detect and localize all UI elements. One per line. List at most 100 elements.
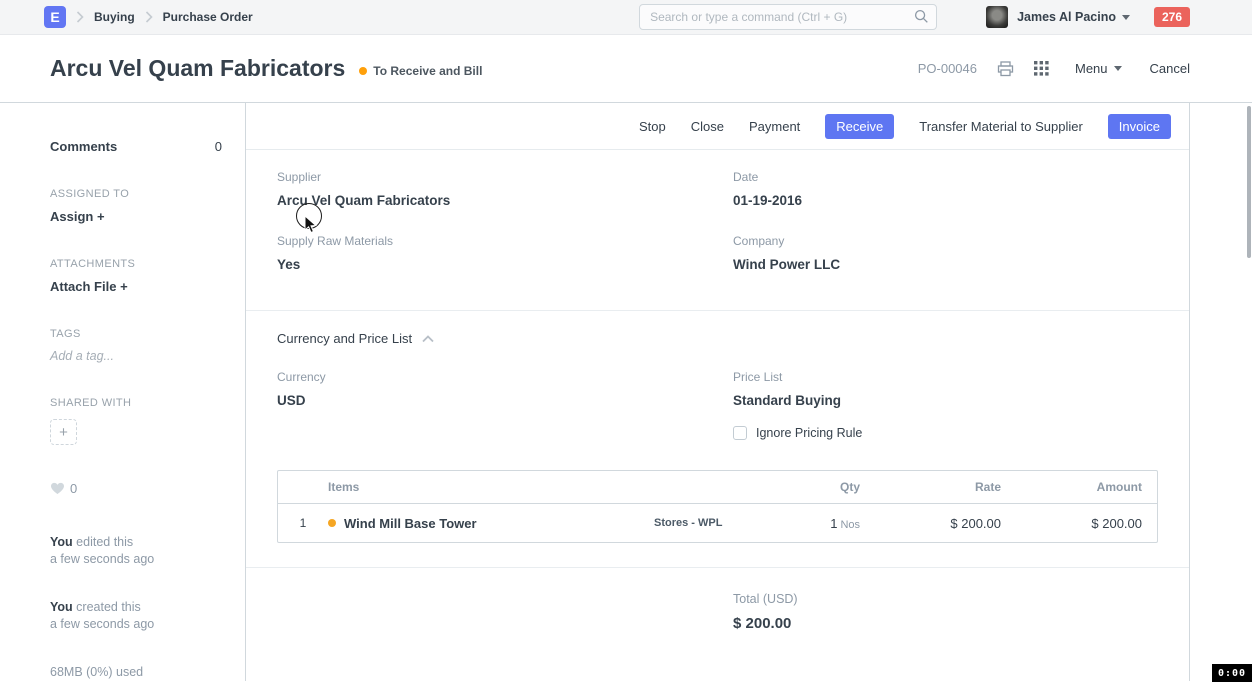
price-list-value[interactable]: Standard Buying xyxy=(733,393,1159,408)
doc-id: PO-00046 xyxy=(918,61,977,76)
form-sidebar: Comments 0 ASSIGNED TO Assign + ATTACHME… xyxy=(0,103,246,681)
payment-button[interactable]: Payment xyxy=(749,119,800,134)
menu-button[interactable]: Menu xyxy=(1075,61,1122,76)
row-qty: 1Nos xyxy=(804,516,860,531)
activity-who: You xyxy=(50,600,73,614)
price-list-field[interactable]: Price List Standard Buying xyxy=(733,370,1159,408)
cancel-button[interactable]: Cancel xyxy=(1150,61,1190,76)
items-table: Items Qty Rate Amount 1 Wind Mill Base T… xyxy=(277,470,1158,543)
recording-timer: 0:00 xyxy=(1212,664,1252,682)
currency-label: Currency xyxy=(277,370,733,384)
activity-who: You xyxy=(50,535,73,549)
supplier-value[interactable]: Arcu Vel Quam Fabricators xyxy=(277,193,733,208)
col-amount-header[interactable]: Amount xyxy=(1001,480,1157,494)
activity-when: a few seconds ago xyxy=(50,616,222,633)
transfer-material-button[interactable]: Transfer Material to Supplier xyxy=(919,119,1083,134)
grid-icon[interactable] xyxy=(1034,61,1049,76)
storage-used: 68MB (0%) used xyxy=(50,665,222,679)
ignore-pricing-rule-label: Ignore Pricing Rule xyxy=(756,426,862,440)
mouse-cursor-icon xyxy=(304,215,318,234)
likes-count: 0 xyxy=(70,481,77,496)
page-title: Arcu Vel Quam Fabricators xyxy=(50,55,345,82)
print-icon[interactable] xyxy=(997,61,1014,77)
company-value[interactable]: Wind Power LLC xyxy=(733,257,1159,272)
row-item-cell[interactable]: Wind Mill Base Tower xyxy=(328,516,654,531)
workflow-actions: Stop Close Payment Receive Transfer Mate… xyxy=(246,103,1189,150)
caret-down-icon xyxy=(1122,15,1130,20)
mouse-click-indicator xyxy=(296,203,322,229)
right-gutter xyxy=(1190,103,1252,681)
stop-button[interactable]: Stop xyxy=(639,119,666,134)
col-qty-header[interactable]: Qty xyxy=(804,480,860,494)
navbar-right: James Al Pacino 276 xyxy=(639,4,1190,30)
row-amount: $ 200.00 xyxy=(1001,516,1157,531)
status-badge: To Receive and Bill xyxy=(359,64,482,78)
form-body: Stop Close Payment Receive Transfer Mate… xyxy=(246,103,1190,681)
app-logo[interactable]: E xyxy=(44,6,66,28)
row-index: 1 xyxy=(278,516,328,530)
attachments-heading: ATTACHMENTS xyxy=(50,258,222,270)
app-window: E Buying Purchase Order James Al Pacino … xyxy=(0,0,1252,682)
user-avatar[interactable] xyxy=(986,6,1008,28)
qty-uom: Nos xyxy=(840,519,860,531)
comments-row[interactable]: Comments 0 xyxy=(50,139,222,154)
breadcrumb-purchase-order[interactable]: Purchase Order xyxy=(163,10,253,24)
notification-badge[interactable]: 276 xyxy=(1154,7,1190,27)
supplier-field[interactable]: Supplier Arcu Vel Quam Fabricators xyxy=(277,170,733,208)
add-tag-input[interactable]: Add a tag... xyxy=(50,349,222,363)
supplier-label: Supplier xyxy=(277,170,733,184)
supply-raw-materials-field[interactable]: Supply Raw Materials Yes xyxy=(277,234,733,272)
menu-label: Menu xyxy=(1075,61,1108,76)
qty-number: 1 xyxy=(830,516,837,531)
item-status-dot-icon xyxy=(328,519,336,527)
heart-icon xyxy=(50,482,65,495)
close-button[interactable]: Close xyxy=(691,119,724,134)
top-navbar: E Buying Purchase Order James Al Pacino … xyxy=(0,0,1252,35)
activity-entry: You created this a few seconds ago xyxy=(50,599,222,633)
col-items-header[interactable]: Items xyxy=(328,480,654,494)
activity-when: a few seconds ago xyxy=(50,551,222,568)
col-rate-header[interactable]: Rate xyxy=(860,480,1001,494)
price-list-label: Price List xyxy=(733,370,1159,384)
currency-price-section: Currency and Price List Currency USD Pri… xyxy=(246,311,1189,456)
chevron-right-icon xyxy=(145,11,153,23)
chevron-right-icon xyxy=(76,11,84,23)
currency-field[interactable]: Currency USD xyxy=(277,370,733,424)
likes-row[interactable]: 0 xyxy=(50,481,222,496)
supply-raw-materials-value[interactable]: Yes xyxy=(277,257,733,272)
search-input[interactable] xyxy=(639,4,937,30)
user-name-label: James Al Pacino xyxy=(1017,10,1116,24)
comments-count: 0 xyxy=(215,139,222,154)
vertical-scrollbar[interactable] xyxy=(1247,106,1251,258)
user-menu[interactable]: James Al Pacino xyxy=(1017,10,1130,24)
chevron-up-icon xyxy=(422,335,434,343)
attach-file-button[interactable]: Attach File + xyxy=(50,279,222,294)
date-field[interactable]: Date 01-19-2016 xyxy=(733,170,1159,208)
breadcrumb-buying[interactable]: Buying xyxy=(94,10,135,24)
total-label: Total (USD) xyxy=(733,592,1159,606)
item-name[interactable]: Wind Mill Base Tower xyxy=(344,516,477,531)
shared-with-heading: SHARED WITH xyxy=(50,397,222,409)
assign-button[interactable]: Assign + xyxy=(50,209,222,224)
table-row[interactable]: 1 Wind Mill Base Tower Stores - WPL 1Nos… xyxy=(278,504,1157,542)
activity-what: created this xyxy=(76,600,141,614)
section-title: Currency and Price List xyxy=(277,331,412,346)
section-collapse-toggle[interactable]: Currency and Price List xyxy=(277,331,1159,346)
company-field[interactable]: Company Wind Power LLC xyxy=(733,234,1159,272)
company-label: Company xyxy=(733,234,1159,248)
activity-entry: You edited this a few seconds ago xyxy=(50,534,222,568)
assigned-to-heading: ASSIGNED TO xyxy=(50,188,222,200)
total-value: $ 200.00 xyxy=(733,615,1159,632)
tags-heading: TAGS xyxy=(50,328,222,340)
search-icon xyxy=(914,9,929,29)
date-value[interactable]: 01-19-2016 xyxy=(733,193,1159,208)
invoice-button[interactable]: Invoice xyxy=(1108,114,1171,139)
currency-value[interactable]: USD xyxy=(277,393,733,408)
supplier-section: Supplier Arcu Vel Quam Fabricators Date … xyxy=(246,150,1189,311)
items-table-header: Items Qty Rate Amount xyxy=(278,471,1157,504)
receive-button[interactable]: Receive xyxy=(825,114,894,139)
share-add-button[interactable]: + xyxy=(50,419,77,445)
ignore-pricing-rule-checkbox[interactable] xyxy=(733,426,747,440)
totals-section: Total (USD) $ 200.00 xyxy=(246,568,1189,632)
page-header: Arcu Vel Quam Fabricators To Receive and… xyxy=(0,35,1252,103)
